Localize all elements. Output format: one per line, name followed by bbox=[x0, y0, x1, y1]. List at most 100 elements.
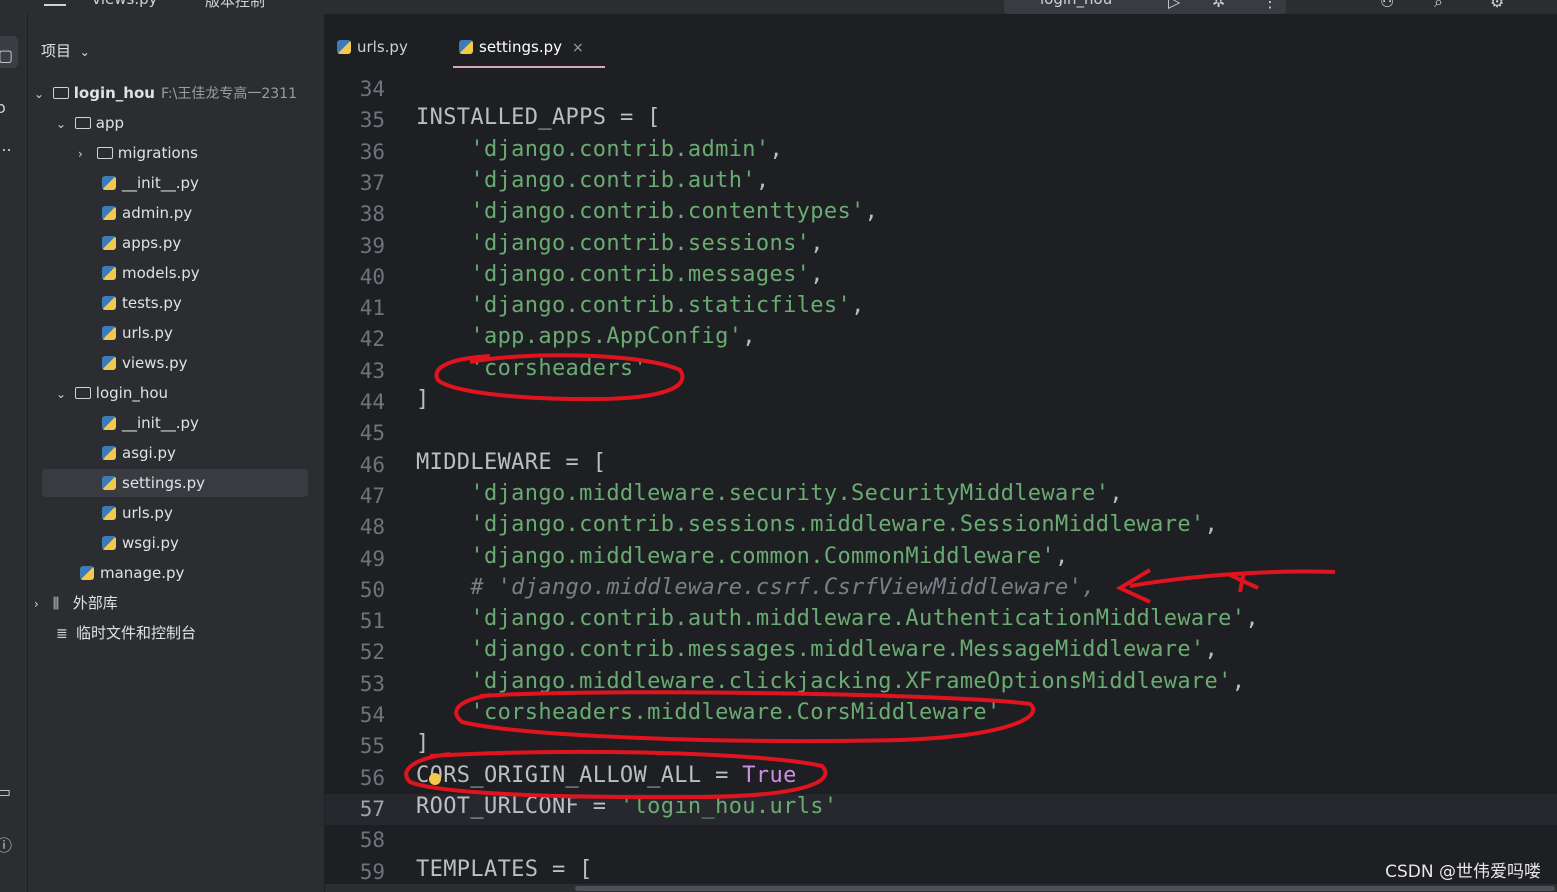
code-line[interactable]: 48 'django.contrib.sessions.middleware.S… bbox=[325, 512, 1557, 543]
run-config-name[interactable]: login_hou bbox=[1040, 0, 1112, 8]
code-text[interactable]: 'django.middleware.security.SecurityMidd… bbox=[416, 481, 1123, 506]
code-text[interactable]: 'django.contrib.messages.middleware.Mess… bbox=[416, 637, 1218, 662]
line-number[interactable]: 59 bbox=[325, 860, 385, 884]
code-text[interactable]: 'corsheaders' bbox=[416, 356, 647, 381]
code-text[interactable]: 'django.contrib.admin', bbox=[416, 137, 783, 162]
tree-item-app[interactable]: ⌄ app bbox=[56, 109, 124, 137]
code-text[interactable]: 'django.contrib.sessions', bbox=[416, 231, 824, 256]
more-actions-icon[interactable]: ⋮ bbox=[1262, 0, 1278, 11]
terminal-icon[interactable]: ▭ bbox=[0, 782, 14, 801]
tree-item-file[interactable]: urls.py bbox=[102, 319, 173, 347]
code-line[interactable]: 50 # 'django.middleware.csrf.CsrfViewMid… bbox=[325, 575, 1557, 606]
search-icon[interactable]: ⌕ bbox=[1434, 0, 1443, 12]
line-number[interactable]: 56 bbox=[325, 766, 385, 790]
code-line[interactable]: 35 INSTALLED_APPS = [ bbox=[325, 105, 1557, 136]
line-number[interactable]: 34 bbox=[325, 77, 385, 101]
horizontal-scrollbar[interactable] bbox=[325, 884, 1557, 892]
tree-item-login-hou[interactable]: ⌄ login_hou bbox=[56, 379, 168, 407]
code-text[interactable]: INSTALLED_APPS = [ bbox=[416, 105, 661, 130]
line-number[interactable]: 37 bbox=[325, 171, 385, 195]
line-number[interactable]: 38 bbox=[325, 202, 385, 226]
code-text[interactable]: 'django.contrib.contenttypes', bbox=[416, 199, 878, 224]
line-number[interactable]: 36 bbox=[325, 140, 385, 164]
code-line[interactable]: 46 MIDDLEWARE = [ bbox=[325, 450, 1557, 481]
line-number[interactable]: 52 bbox=[325, 640, 385, 664]
tree-item-file[interactable]: apps.py bbox=[102, 229, 181, 257]
code-line[interactable]: 36 'django.contrib.admin', bbox=[325, 137, 1557, 168]
chevron-right-icon[interactable]: › bbox=[78, 140, 92, 168]
line-number[interactable]: 51 bbox=[325, 609, 385, 633]
chevron-down-icon[interactable]: ⌄ bbox=[56, 110, 70, 138]
project-view-selector[interactable]: 项目 ⌄ bbox=[41, 40, 90, 61]
code-text[interactable]: 'django.middleware.common.CommonMiddlewa… bbox=[416, 544, 1069, 569]
code-line[interactable]: 54 'corsheaders.middleware.CorsMiddlewar… bbox=[325, 700, 1557, 731]
tree-item-external-libraries[interactable]: › ⫼ 外部库 bbox=[34, 589, 118, 617]
current-file-title[interactable]: views.py bbox=[92, 0, 158, 8]
code-line[interactable]: 51 'django.contrib.auth.middleware.Authe… bbox=[325, 606, 1557, 637]
code-text[interactable]: 'django.contrib.sessions.middleware.Sess… bbox=[416, 512, 1218, 537]
code-line[interactable]: 55] bbox=[325, 731, 1557, 762]
code-text[interactable]: ] bbox=[416, 387, 430, 412]
line-number[interactable]: 57 bbox=[325, 797, 385, 821]
intention-bulb-icon[interactable] bbox=[429, 772, 441, 785]
code-line[interactable]: 44] bbox=[325, 387, 1557, 418]
code-text[interactable]: 'django.contrib.staticfiles', bbox=[416, 293, 865, 318]
line-number[interactable]: 53 bbox=[325, 672, 385, 696]
tree-item-file[interactable]: __init__.py bbox=[102, 169, 199, 197]
tree-item-migrations[interactable]: › migrations bbox=[78, 139, 198, 167]
tree-item-file[interactable]: tests.py bbox=[102, 289, 182, 317]
tree-item-file[interactable]: models.py bbox=[102, 259, 200, 287]
code-line[interactable]: 39 'django.contrib.sessions', bbox=[325, 231, 1557, 262]
line-number[interactable]: 49 bbox=[325, 547, 385, 571]
tree-item-file[interactable]: asgi.py bbox=[102, 439, 176, 467]
tree-root[interactable]: ⌄ login_hou F:\王佳龙专高一2311 bbox=[34, 79, 297, 107]
code-line[interactable]: 41 'django.contrib.staticfiles', bbox=[325, 293, 1557, 324]
close-icon[interactable]: × bbox=[572, 40, 584, 56]
code-line[interactable]: 45 bbox=[325, 418, 1557, 449]
tree-item-file[interactable]: wsgi.py bbox=[102, 529, 179, 557]
code-line[interactable]: 47 'django.middleware.security.SecurityM… bbox=[325, 481, 1557, 512]
code-line[interactable]: 56 CORS_ORIGIN_ALLOW_ALL = True bbox=[325, 763, 1557, 794]
line-number[interactable]: 39 bbox=[325, 234, 385, 258]
main-menu-icon[interactable] bbox=[44, 0, 66, 8]
commit-icon[interactable]: o bbox=[0, 98, 14, 117]
code-text[interactable]: MIDDLEWARE = [ bbox=[416, 450, 606, 475]
chevron-right-icon[interactable]: › bbox=[34, 590, 48, 618]
project-tool-icon[interactable]: ▢ bbox=[0, 46, 16, 65]
code-line[interactable]: 52 'django.contrib.messages.middleware.M… bbox=[325, 637, 1557, 668]
line-number[interactable]: 48 bbox=[325, 515, 385, 539]
code-line[interactable]: 59 TEMPLATES = [ bbox=[325, 857, 1557, 888]
more-tools-icon[interactable]: ⋯ bbox=[0, 140, 14, 159]
run-icon[interactable]: ▷ bbox=[1168, 0, 1180, 11]
code-text[interactable]: 'django.contrib.auth', bbox=[416, 168, 770, 193]
code-line[interactable]: 40 'django.contrib.messages', bbox=[325, 262, 1557, 293]
code-line[interactable]: 57 ROOT_URLCONF = 'login_hou.urls' bbox=[325, 793, 1557, 825]
chevron-down-icon[interactable]: ⌄ bbox=[34, 80, 48, 108]
code-line[interactable]: 42 'app.apps.AppConfig', bbox=[325, 324, 1557, 355]
code-line[interactable]: 34 bbox=[325, 74, 1557, 105]
code-text[interactable]: ] bbox=[416, 731, 430, 756]
code-text[interactable]: 'django.contrib.messages', bbox=[416, 262, 824, 287]
debug-icon[interactable]: ✲ bbox=[1212, 0, 1225, 11]
code-text[interactable]: 'django.middleware.clickjacking.XFrameOp… bbox=[416, 669, 1245, 694]
line-number[interactable]: 41 bbox=[325, 296, 385, 320]
line-number[interactable]: 45 bbox=[325, 421, 385, 445]
tree-item-file[interactable]: urls.py bbox=[102, 499, 173, 527]
code-line[interactable]: 43 'corsheaders' bbox=[325, 356, 1557, 387]
code-line[interactable]: 58 bbox=[325, 825, 1557, 856]
chevron-down-icon[interactable]: ⌄ bbox=[56, 380, 70, 408]
scrollbar-thumb[interactable] bbox=[575, 886, 1555, 891]
code-line[interactable]: 38 'django.contrib.contenttypes', bbox=[325, 199, 1557, 230]
tab-settings[interactable]: settings.py × bbox=[459, 38, 584, 56]
tab-urls[interactable]: urls.py bbox=[337, 38, 408, 56]
code-line[interactable]: 53 'django.middleware.clickjacking.XFram… bbox=[325, 669, 1557, 700]
code-line[interactable]: 49 'django.middleware.common.CommonMiddl… bbox=[325, 544, 1557, 575]
line-number[interactable]: 40 bbox=[325, 265, 385, 289]
line-number[interactable]: 47 bbox=[325, 484, 385, 508]
line-number[interactable]: 58 bbox=[325, 828, 385, 852]
code-line[interactable]: 37 'django.contrib.auth', bbox=[325, 168, 1557, 199]
code-area[interactable]: 34 35 INSTALLED_APPS = [ 36 'django.contrib… bbox=[325, 70, 1557, 892]
tree-item-file[interactable]: views.py bbox=[102, 349, 188, 377]
code-text[interactable]: # 'django.middleware.csrf.CsrfViewMiddle… bbox=[416, 575, 1096, 600]
line-number[interactable]: 35 bbox=[325, 108, 385, 132]
